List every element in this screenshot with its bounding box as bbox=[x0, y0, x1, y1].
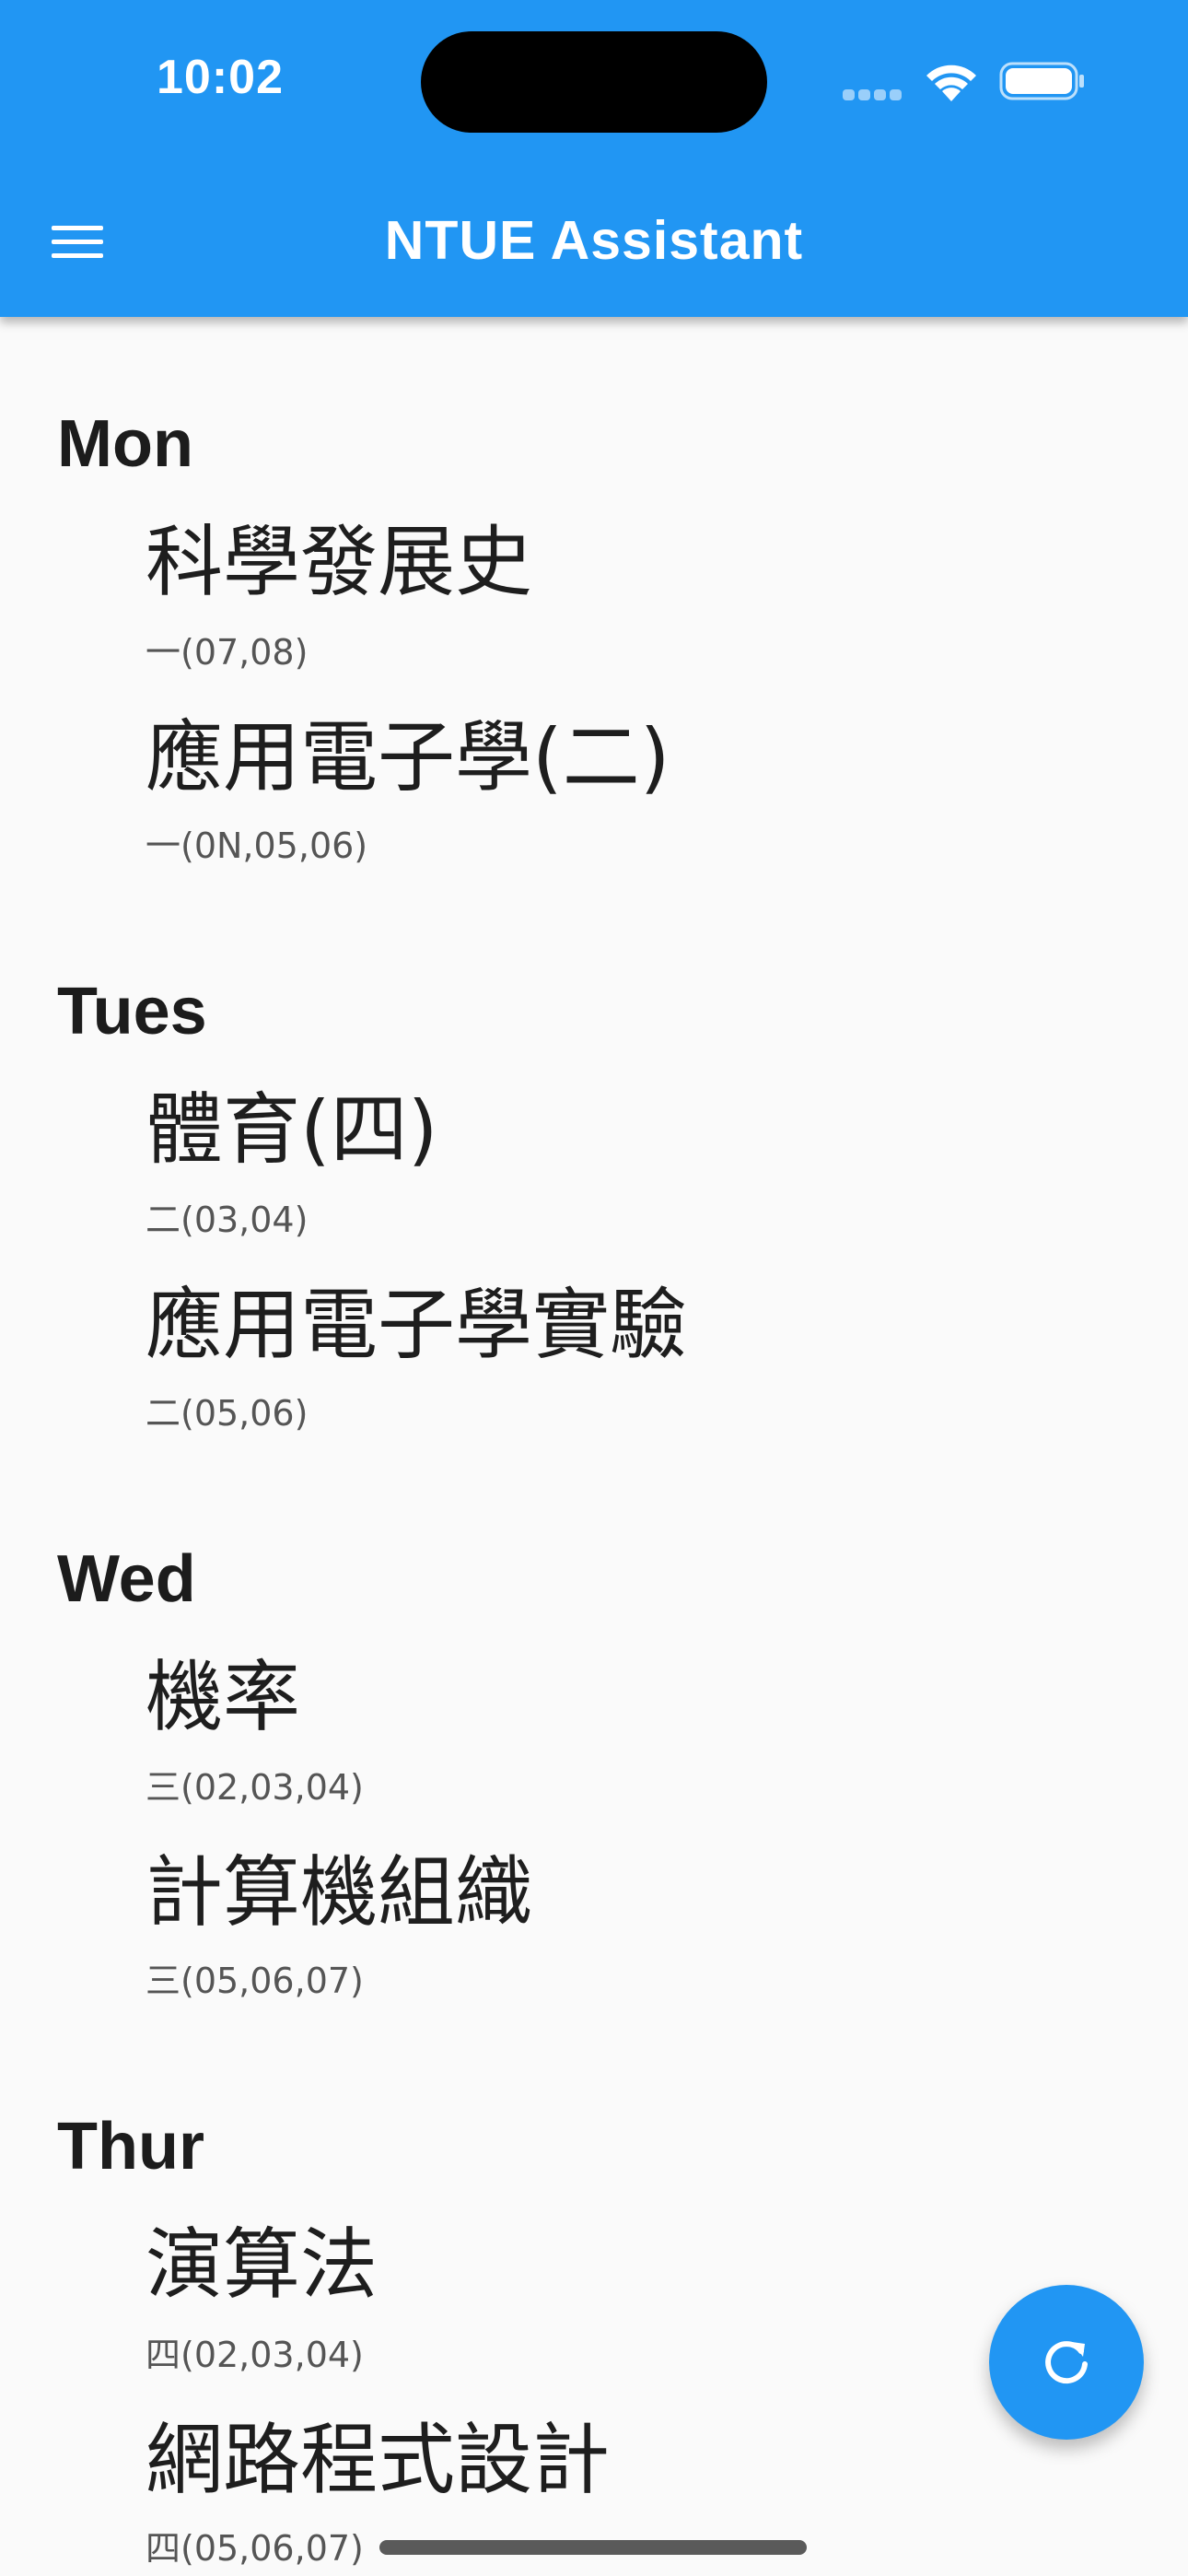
battery-icon bbox=[999, 62, 1084, 100]
course-time: 一(07,08) bbox=[146, 632, 309, 673]
status-time: 10:02 bbox=[157, 51, 284, 104]
course-time: 三(05,06,07) bbox=[146, 1961, 364, 2001]
course-time: 三(02,03,04) bbox=[146, 1767, 364, 1808]
course-time: 四(02,03,04) bbox=[146, 2335, 364, 2375]
app-bar: 10:02 NTUE Assistant bbox=[0, 0, 1188, 317]
course-title[interactable]: 應用電子學(二) bbox=[146, 711, 670, 803]
course-title[interactable]: 網路程式設計 bbox=[146, 2414, 610, 2506]
refresh-icon bbox=[1045, 2341, 1088, 2384]
course-title[interactable]: 機率 bbox=[146, 1651, 300, 1743]
course-title[interactable]: 演算法 bbox=[146, 2219, 378, 2311]
course-title[interactable]: 計算機組織 bbox=[146, 1846, 532, 1938]
course-time: 二(05,06) bbox=[146, 1393, 309, 1434]
course-title[interactable]: 科學發展史 bbox=[146, 516, 532, 608]
course-title[interactable]: 體育(四) bbox=[146, 1083, 438, 1176]
wifi-icon bbox=[926, 64, 976, 101]
day-header-wed: Wed bbox=[57, 1542, 196, 1616]
course-time: 四(05,06,07) bbox=[146, 2528, 364, 2569]
day-header-mon: Mon bbox=[57, 407, 193, 481]
course-title[interactable]: 應用電子學實驗 bbox=[146, 1279, 687, 1371]
dynamic-island bbox=[421, 31, 767, 133]
day-header-tues: Tues bbox=[57, 975, 207, 1048]
app-title: NTUE Assistant bbox=[384, 210, 804, 271]
course-time: 二(03,04) bbox=[146, 1200, 309, 1240]
home-indicator bbox=[379, 2540, 807, 2555]
cellular-signal-icon bbox=[843, 87, 907, 100]
day-header-thur: Thur bbox=[57, 2110, 204, 2184]
refresh-button[interactable] bbox=[989, 2285, 1144, 2440]
course-time: 一(0N,05,06) bbox=[146, 825, 368, 866]
